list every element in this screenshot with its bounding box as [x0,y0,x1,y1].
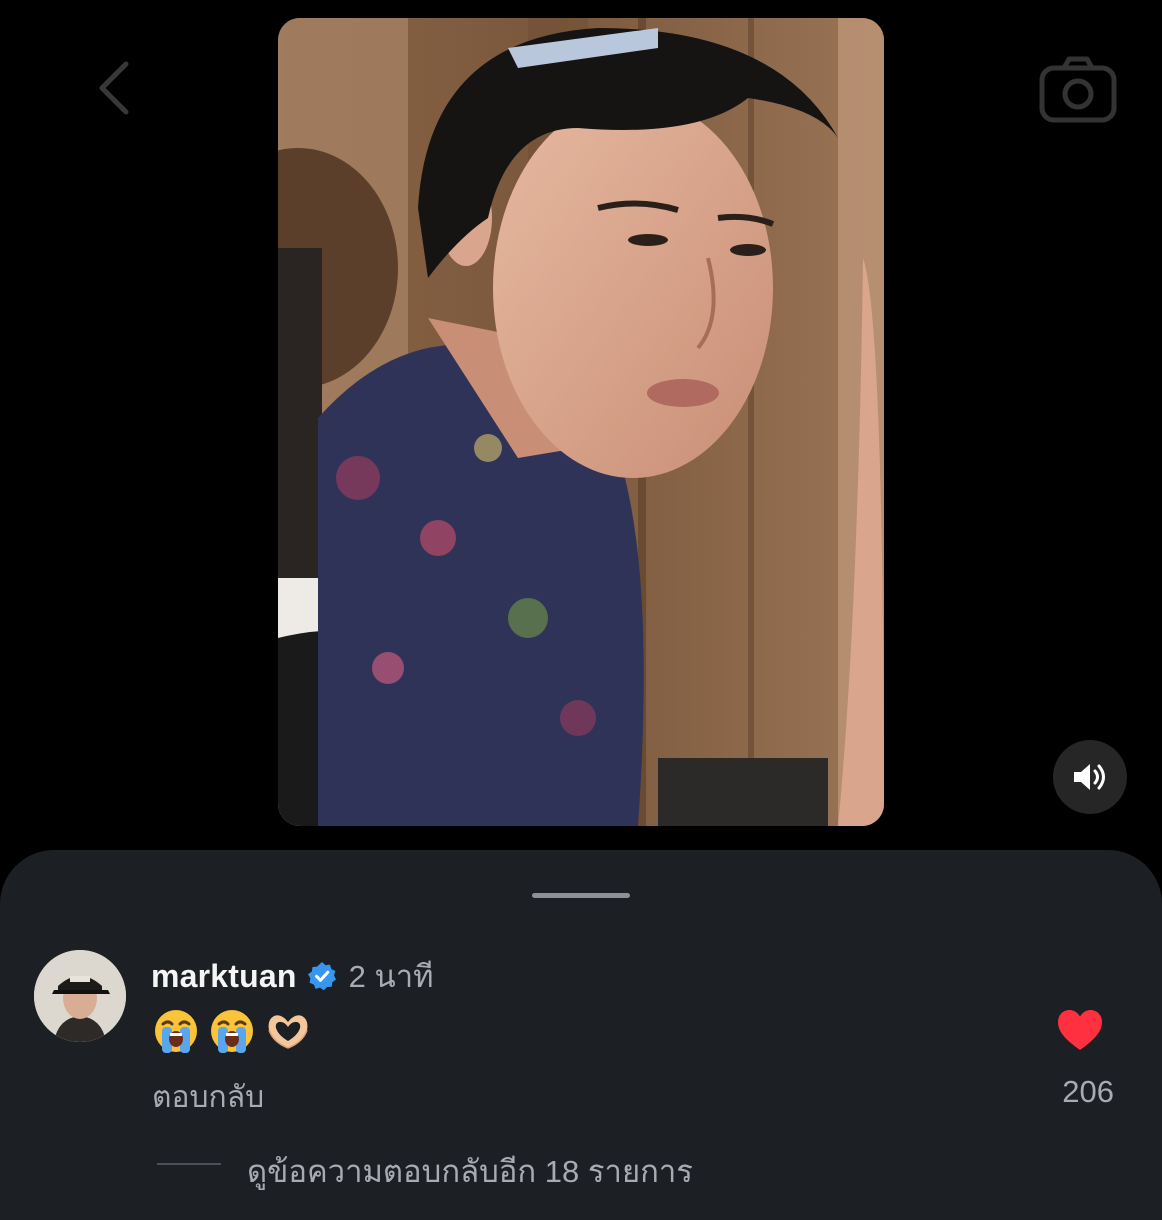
like-count: 206 [1062,1074,1114,1109]
sheet-grabber[interactable] [532,893,630,898]
loudly-crying-face-icon [155,1010,197,1053]
loudly-crying-face-icon [211,1010,253,1053]
comment-timestamp: 2 นาที [348,959,434,994]
heart-icon[interactable] [1056,1008,1104,1052]
comments-sheet: marktuan 2 นาที ตอบกลับ 206 ดูข้อความตอบ… [0,850,1162,1220]
heart-hands-icon [268,1015,308,1049]
reel-viewer [0,0,1162,850]
reply-button[interactable]: ตอบกลับ [152,1074,264,1121]
reel-video-frame [278,18,884,826]
avatar[interactable] [34,950,126,1042]
speaker-on-icon [1074,764,1105,790]
verified-badge-icon [307,962,336,991]
comment-text [153,1008,311,1054]
reel-video[interactable] [278,18,884,826]
view-replies-button[interactable]: ดูข้อความตอบกลับอีก 18 รายการ [247,1146,693,1196]
sound-toggle-button[interactable] [1053,740,1127,814]
username[interactable]: marktuan [151,958,297,995]
comment-header: marktuan 2 นาที [151,954,434,998]
camera-icon[interactable] [1038,54,1118,124]
replies-divider [157,1163,221,1165]
chevron-left-icon[interactable] [88,58,148,118]
avatar-image [34,950,126,1042]
